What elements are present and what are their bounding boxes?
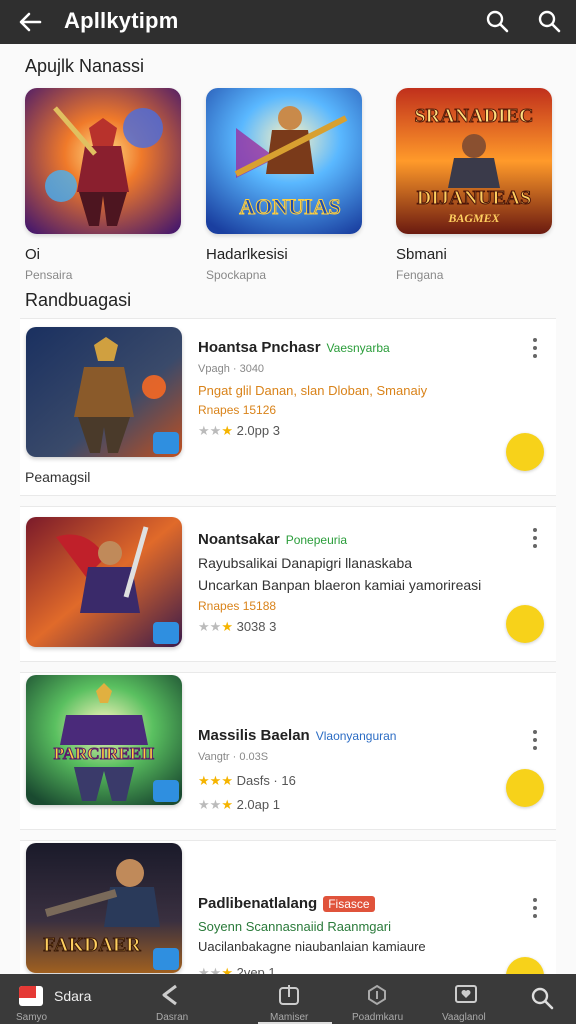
list-item[interactable]: Noantsakar Ponepeuria Rayubsalikai Danapi… (20, 506, 556, 662)
category-tag: Vaesnyarba (326, 341, 390, 355)
nav-item-updates[interactable]: Poadmkaru (352, 974, 412, 1024)
featured-app-card[interactable]: AONUIAS Hadarlkesisi Spockapna (206, 88, 362, 282)
featured-app-name: Sbmani (396, 246, 447, 263)
more-options-icon[interactable] (532, 897, 538, 919)
wishlist-icon (455, 985, 477, 1003)
coin-button[interactable] (506, 769, 544, 807)
artwork-title-text: PARCIREEII (54, 744, 155, 763)
featured-section-title: Apujlk Nanassi (25, 56, 145, 76)
app-reviews: Rnapes 15188 (198, 599, 277, 613)
rating: ★★★ 2.0ap 1 (198, 797, 280, 812)
nav-label: Dasran (156, 1012, 189, 1023)
app-description: Soyenn Scannasnaiid Raanmgari (198, 919, 391, 934)
coin-button[interactable] (506, 605, 544, 643)
more-options-icon[interactable] (532, 729, 538, 751)
app-title[interactable]: Hoantsa Pnchasr Vaesnyarba (198, 339, 390, 356)
update-icon (368, 984, 386, 1006)
card-footer-label: Peamagsil (25, 469, 91, 485)
app-description: Uacilanbakagne niaubanlaian kamiaure (198, 939, 426, 954)
category-tag: Vlaonyanguran (315, 729, 397, 743)
artwork-subtitle-text: BAGMEX (447, 211, 500, 225)
search-icon[interactable] (530, 986, 554, 1010)
app-description: Uncarkan Banpan blaeron kamiai yamorirea… (198, 577, 482, 593)
featured-app-subtitle: Pensaira (25, 268, 73, 282)
search-icon[interactable] (484, 8, 510, 34)
featured-app-artwork[interactable]: AONUIAS (206, 88, 362, 234)
app-meta: Vpagh · 3040 (198, 363, 265, 375)
coin-button[interactable] (506, 957, 544, 974)
back-chevron-icon (162, 984, 177, 1006)
artwork-title-text: SRANADIEC (415, 105, 534, 127)
featured-app-subtitle: Fengana (396, 268, 444, 282)
top-app-bar: Apllkytipm (0, 0, 576, 44)
app-description: Rayubsalikai Danapigri llanaskaba (198, 555, 413, 571)
app-description: Pngat glil Danan, slan Dloban, Smanaiy (198, 383, 428, 398)
app-artwork[interactable] (26, 517, 182, 647)
main-content: Apujlk Nanassi Oi Pensaira AONUIAS Hadar… (0, 44, 576, 974)
featured-app-artwork[interactable] (25, 88, 181, 234)
platform-badge-icon (153, 432, 179, 454)
back-arrow-icon[interactable] (16, 8, 44, 36)
rating: ★★★ 3038 3 (198, 619, 277, 634)
app-reviews: Rnapes 15126 (198, 403, 277, 417)
featured-app-name: Oi (25, 246, 40, 263)
app-title[interactable]: Noantsakar Ponepeuria (198, 531, 347, 548)
app-title[interactable]: Padlibenatlalang Fisasce (198, 895, 375, 912)
artwork-title-text: DIJANUEAS (417, 187, 531, 209)
nav-title: Sdara (54, 988, 92, 1004)
featured-app-subtitle: Spockapna (206, 268, 267, 282)
coin-button[interactable] (506, 433, 544, 471)
nav-label: Samyo (16, 1012, 48, 1023)
search-icon[interactable] (536, 8, 562, 34)
library-icon (279, 985, 299, 1005)
nav-label: Vaaglanol (442, 1012, 486, 1023)
nav-item-back[interactable]: Dasran (150, 974, 200, 1024)
platform-badge-icon (153, 780, 179, 802)
rating: ★★★ Dasfs · 16 (198, 773, 296, 788)
list-section-title: Randbuagasi (25, 290, 132, 310)
featured-app-name: Hadarlkesisi (206, 246, 288, 263)
app-title[interactable]: Massilis Baelan Vlaonyanguran (198, 727, 396, 744)
artwork-title-text: FAKDAER (43, 934, 141, 956)
app-title: Apllkytipm (64, 8, 179, 33)
featured-app-artwork[interactable]: SRANADIEC DIJANUEAS BAGMEX (396, 88, 552, 234)
nav-label: Poadmkaru (352, 1012, 404, 1023)
app-artwork[interactable]: PARCIREEII (26, 675, 182, 805)
app-meta: Vangtr · 0.03S (198, 751, 269, 763)
nav-item-wishlist[interactable]: Vaaglanol (440, 974, 500, 1024)
list-item[interactable]: FAKDAER Padlibenatlalang Fisasce Soyenn S… (20, 840, 556, 974)
store-icon (19, 986, 43, 1006)
artwork-title-text: AONUIAS (239, 194, 340, 219)
nav-item-home[interactable]: Sdara Samyo (16, 974, 138, 1024)
platform-badge-icon (153, 622, 179, 644)
platform-badge-icon (153, 948, 179, 970)
more-options-icon[interactable] (532, 337, 538, 359)
app-artwork[interactable]: FAKDAER (26, 843, 182, 973)
list-item[interactable]: Hoantsa Pnchasr Vaesnyarba Vpagh · 3040 P… (20, 318, 556, 496)
app-artwork[interactable] (26, 327, 182, 457)
category-tag: Ponepeuria (285, 533, 348, 547)
rating: ★★★ 2vep 1 (198, 965, 276, 974)
featured-app-card[interactable]: Oi Pensaira (25, 88, 181, 282)
rating: ★★★ 2.0pp 3 (198, 423, 280, 438)
featured-app-card[interactable]: SRANADIEC DIJANUEAS BAGMEX Sbmani Fengan… (396, 88, 552, 282)
list-item[interactable]: PARCIREEII Massilis Baelan Vlaonyanguran … (20, 672, 556, 830)
more-options-icon[interactable] (532, 527, 538, 549)
bottom-navigation: Sdara Samyo Dasran Mamiser Poadmkaru Vaa… (0, 974, 576, 1024)
nav-item-library[interactable]: Mamiser (266, 974, 322, 1024)
category-tag: Fisasce (323, 896, 375, 912)
